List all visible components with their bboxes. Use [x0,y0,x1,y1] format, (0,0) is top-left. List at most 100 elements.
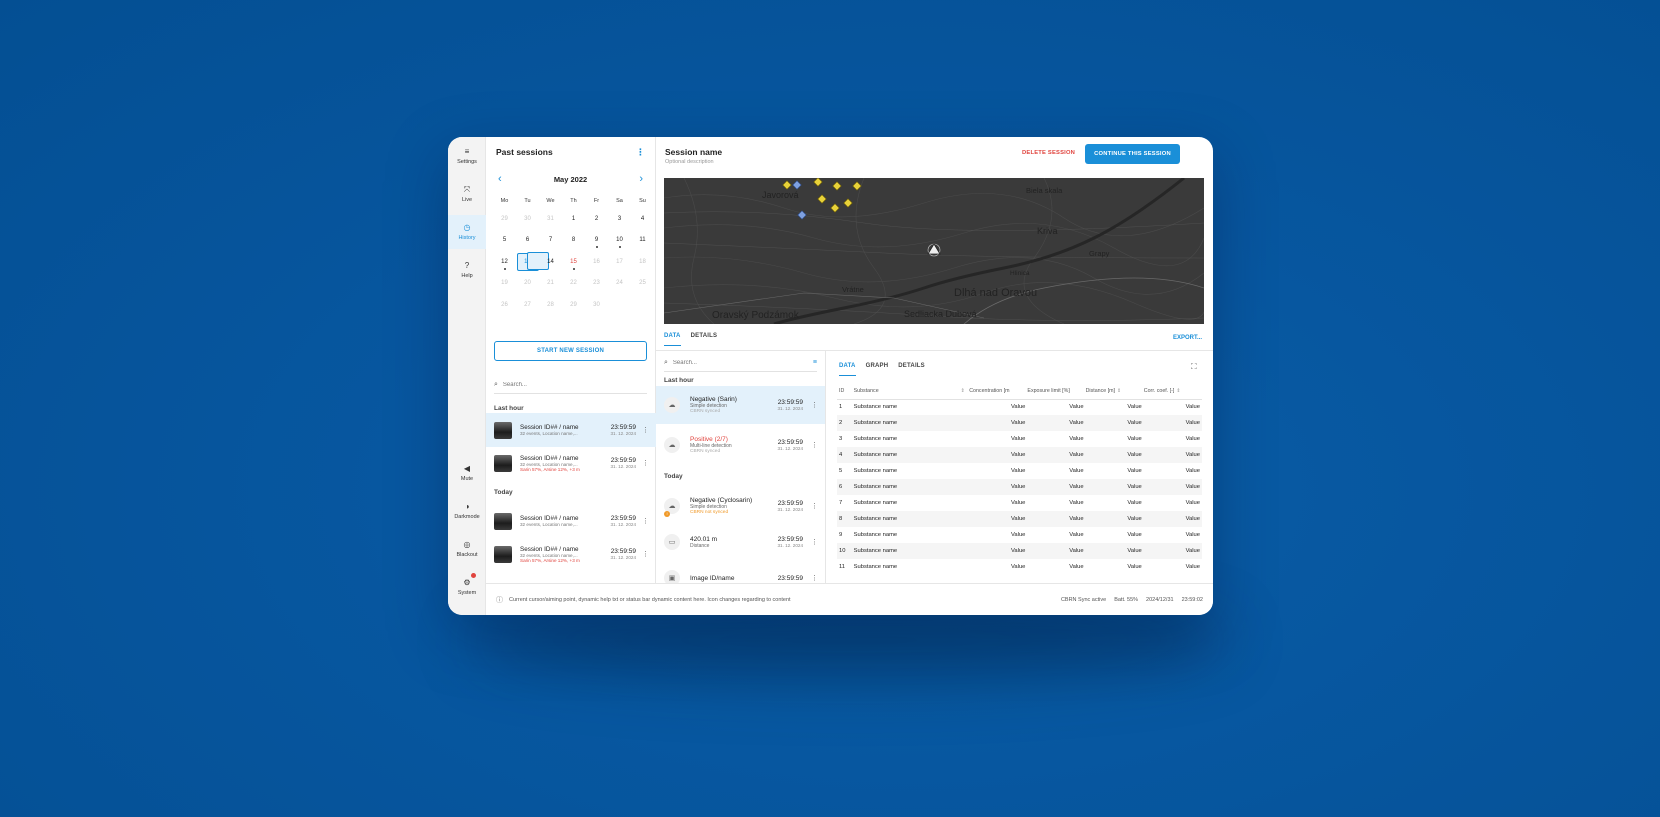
calendar-day[interactable]: 1 [562,208,585,230]
table-row[interactable]: 9 Substance name Value Value Value Value [837,527,1202,543]
column-header[interactable]: Corr. coef. [-] ⇕ [1143,384,1202,400]
event-list-item[interactable]: ▣ Image ID/name 23:59:59 ⋮ [656,559,825,583]
session-text: Session ID## / name 32 events, Location n… [520,546,610,563]
session-title: Session name [665,147,723,157]
calendar-day[interactable]: 28 [539,294,562,316]
table-row[interactable]: 11 Substance name Value Value Value Value [837,559,1202,575]
calendar-day[interactable]: 26 [493,294,516,316]
calendar-day[interactable]: 12 [493,251,516,273]
calendar-day[interactable]: 15 [562,251,585,273]
calendar-day[interactable]: 24 [608,273,631,295]
calendar-day[interactable]: 29 [493,208,516,230]
cell-value: Value [1127,500,1142,506]
cell-value: Value [969,543,1028,559]
calendar-day[interactable]: 23 [585,273,608,295]
calendar-day[interactable]: 11 [631,230,654,252]
calendar-day[interactable]: 2 [585,208,608,230]
tab-details[interactable]: DETAILS [898,363,925,376]
event-list-item[interactable]: ☁ Positive (2/7) Multi-line detection CBRN … [656,426,825,464]
tab-data[interactable]: DATA [839,363,856,376]
column-header[interactable]: Distance [m] ⇕ [1085,384,1144,400]
continue-session-button[interactable]: CONTINUE THIS SESSION [1085,144,1180,164]
tab-graph[interactable]: GRAPH [866,363,889,376]
calendar-day[interactable]: 16 [585,251,608,273]
calendar-day[interactable]: 17 [608,251,631,273]
event-search-input[interactable] [672,359,813,366]
calendar-day[interactable]: 9 [585,230,608,252]
tab-data[interactable]: DATA [664,333,681,346]
day-number: 20 [524,280,531,287]
calendar-day-selected[interactable]: 13 [516,251,549,273]
tab-details[interactable]: DETAILS [691,333,718,346]
calendar-day[interactable]: 30 [516,208,539,230]
more-vertical-icon[interactable]: ⋮ [811,574,818,582]
session-list-item[interactable]: Session ID## / name 32 events, Location n… [486,413,656,447]
filter-icon[interactable]: ≡ [813,359,817,366]
more-vertical-icon[interactable]: ⋮ [642,550,649,558]
calendar-day[interactable]: 30 [585,294,608,316]
session-list-item[interactable]: Session ID## / name 32 events, Location n… [486,446,656,480]
calendar-day[interactable]: 25 [631,273,654,295]
rail-history[interactable]: ◷ History [448,215,486,249]
session-search-input[interactable] [502,381,647,388]
calendar-day[interactable]: 4 [631,208,654,230]
table-row[interactable]: 4 Substance name Value Value Value Value [837,447,1202,463]
chevron-right-icon[interactable]: › [639,173,643,185]
event-list-item[interactable]: ☁! Negative (Cyclosarin) Simple detection C… [656,487,825,525]
calendar-day[interactable]: 14 [539,251,562,273]
calendar-day[interactable]: 7 [539,230,562,252]
calendar-day[interactable]: 22 [562,273,585,295]
calendar-day[interactable]: 5 [493,230,516,252]
export-button[interactable]: EXPORT... [1173,335,1202,341]
rail-blackout[interactable]: ◎ Blackout [448,532,486,566]
rail-darkmode[interactable]: ◑ Darkmode [448,494,486,528]
more-vertical-icon[interactable]: ⋮ [642,517,649,525]
more-vertical-icon[interactable]: ⋮ [642,426,649,434]
table-row[interactable]: 2 Substance name Value Value Value Value [837,415,1202,431]
session-list-item[interactable]: Session ID## / name 32 events, Location n… [486,537,656,571]
calendar-day[interactable]: 29 [562,294,585,316]
chevron-left-icon[interactable]: ‹ [498,173,502,185]
more-vertical-icon[interactable]: ⋮ [642,459,649,467]
fullscreen-icon[interactable]: ⛶ [1191,362,1197,372]
table-row[interactable]: 5 Substance name Value Value Value Value [837,463,1202,479]
rail-mute[interactable]: ◀ Mute [448,456,486,490]
delete-session-button[interactable]: DELETE SESSION [1022,150,1075,156]
table-row[interactable]: 3 Substance name Value Value Value Value [837,431,1202,447]
event-list-item[interactable]: ▭ 420.01 m Distance 23:59:59 31. 12. 2024 ⋮ [656,523,825,561]
column-header[interactable]: Concentration [m [969,384,1028,400]
more-vertical-icon[interactable]: ⋮ [811,502,818,510]
calendar-day[interactable]: 21 [539,273,562,295]
calendar-day[interactable]: 31 [539,208,562,230]
table-row[interactable]: 6 Substance name Value Value Value Value [837,479,1202,495]
calendar-day[interactable]: 18 [631,251,654,273]
table-row[interactable]: 8 Substance name Value Value Value Value [837,511,1202,527]
table-row[interactable]: 1 Substance name Value Value Value Value [837,399,1202,415]
session-time: 23:59:59 31. 12. 2024 [610,424,636,436]
rail-system[interactable]: ⚙ System [448,570,486,604]
calendar-day[interactable]: 19 [493,273,516,295]
map-label: Grapy [1089,249,1110,258]
column-header[interactable]: Substance ⇕ [853,384,970,400]
rail-live[interactable]: ⤧ Live [448,177,486,211]
map-view[interactable]: Javorová Biela skala Kriva Grapy Hlinica… [664,178,1204,324]
more-vertical-icon[interactable]: ⋮ [636,147,645,158]
table-row[interactable]: 10 Substance name Value Value Value Value [837,543,1202,559]
calendar-day[interactable]: 3 [608,208,631,230]
start-new-session-button[interactable]: START NEW SESSION [494,341,647,361]
more-vertical-icon[interactable]: ⋮ [811,401,818,409]
column-header[interactable]: ID [837,384,854,400]
calendar-day[interactable]: 20 [516,273,539,295]
column-header[interactable]: Exposure limit [%] [1027,384,1086,400]
session-list-item[interactable]: Session ID## / name 32 events, Location n… [486,504,656,538]
calendar-day[interactable]: 10 [608,230,631,252]
calendar-day[interactable]: 6 [516,230,539,252]
event-list-item[interactable]: ☁ Negative (Sarin) Simple detection CBRN sy… [656,386,825,424]
rail-settings[interactable]: ≡ Settings [448,139,486,173]
more-vertical-icon[interactable]: ⋮ [811,538,818,546]
calendar-day[interactable]: 8 [562,230,585,252]
more-vertical-icon[interactable]: ⋮ [811,441,818,449]
rail-help[interactable]: ? Help [448,253,486,287]
table-row[interactable]: 7 Substance name Value Value Value Value [837,495,1202,511]
calendar-day[interactable]: 27 [516,294,539,316]
